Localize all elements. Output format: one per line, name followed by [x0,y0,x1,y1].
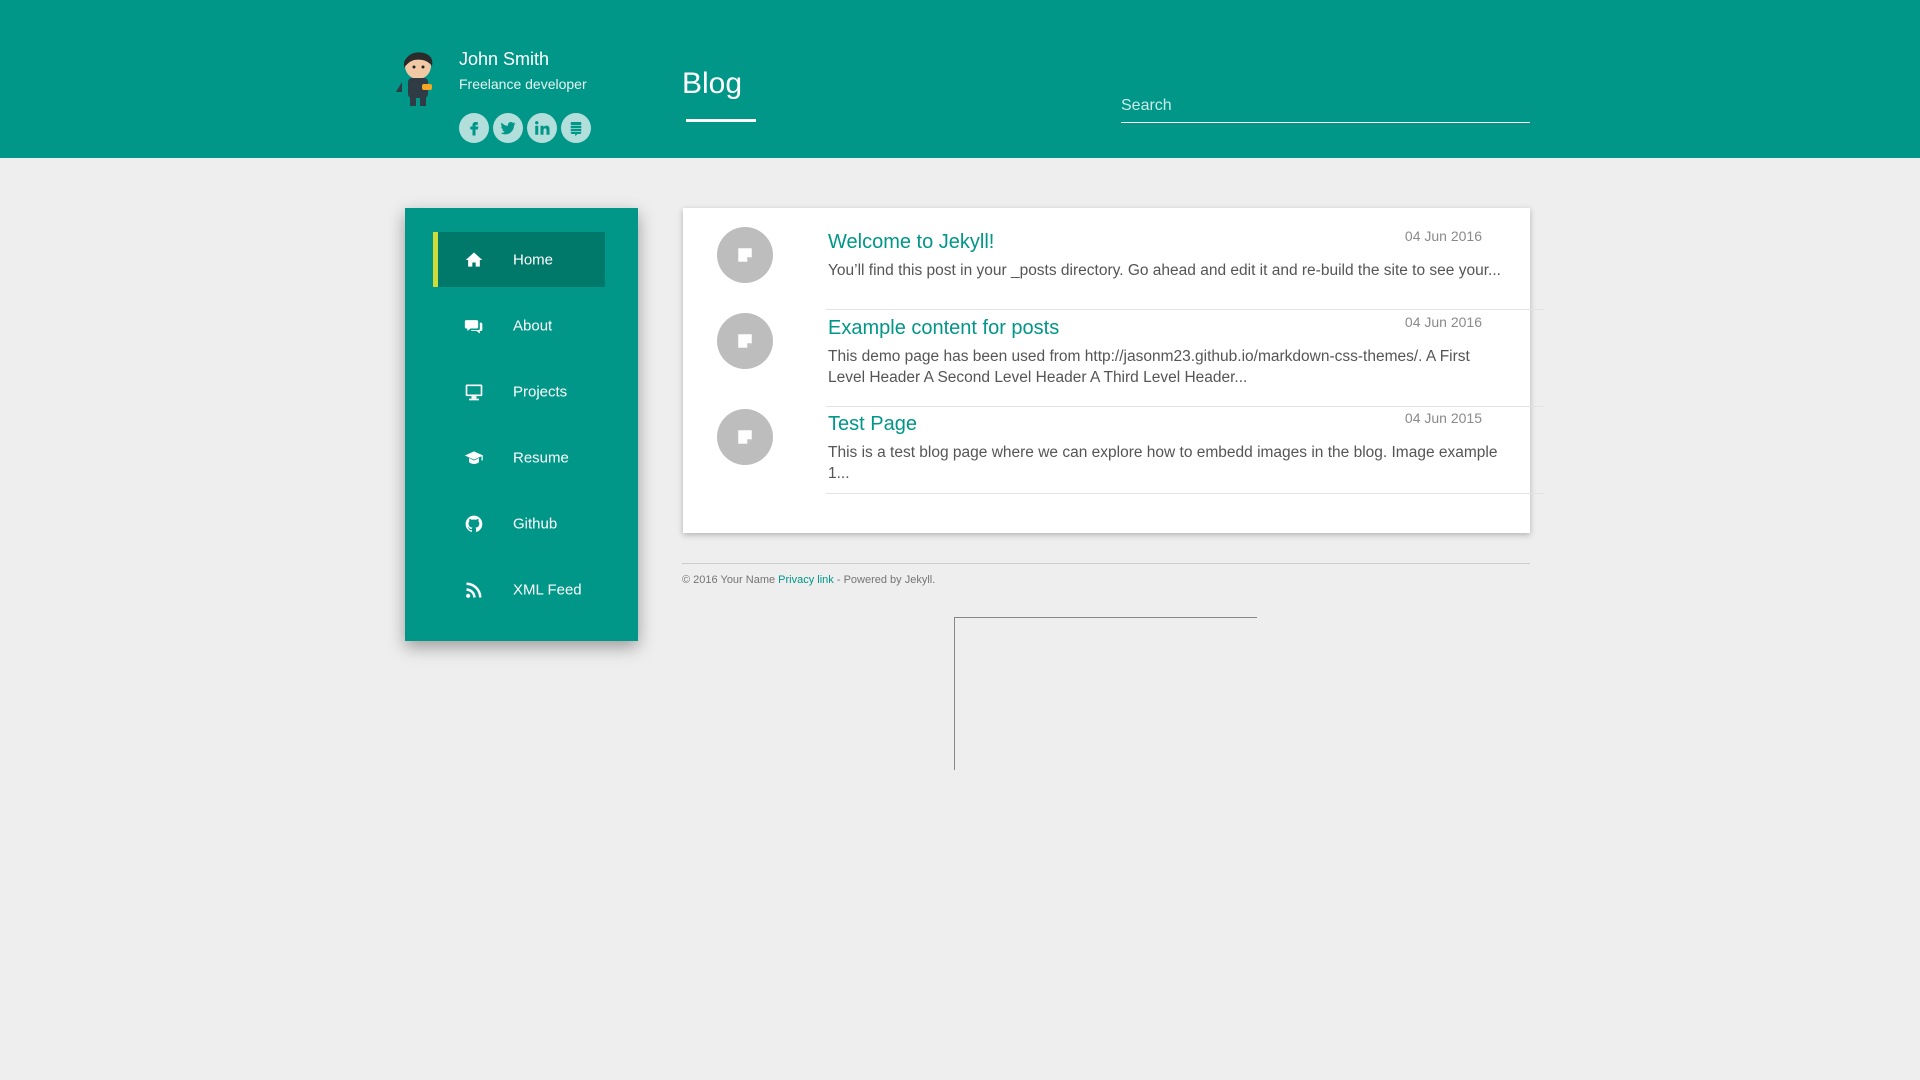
note-icon [717,313,773,369]
sidebar-item-resume[interactable]: Resume [433,430,605,485]
post-date: 04 Jun 2016 [1404,314,1482,330]
rss-icon [463,579,485,601]
app-header: John Smith Freelance developer Blog [0,0,1920,158]
title-underline [686,119,756,122]
social-links [459,113,591,143]
note-icon [717,227,773,283]
post-divider [826,309,1544,310]
sidebar-item-about[interactable]: About [433,298,605,353]
sidebar-item-github[interactable]: Github [433,496,605,551]
post-excerpt: This is a test blog page where we can ex… [828,444,1498,482]
post-divider [826,493,1544,494]
search-input[interactable] [1121,90,1530,123]
profile-name: John Smith [459,49,550,69]
github-icon [463,513,485,535]
sidebar-nav: Home About Projects Resume Github XML Fe… [405,208,638,641]
post-title[interactable]: Welcome to Jekyll! [828,231,994,254]
privacy-link[interactable]: Privacy link [778,574,834,586]
post-title[interactable]: Test Page [828,413,917,436]
comments-icon [463,315,485,337]
sidebar-item-label: Home [513,251,554,268]
sidebar-item-xml-feed[interactable]: XML Feed [433,562,605,617]
facebook-icon[interactable] [459,113,489,143]
post-title[interactable]: Example content for posts [828,317,1059,340]
footer: © 2016 Your Name Privacy link - Powered … [682,574,935,586]
post-date: 04 Jun 2016 [1404,228,1482,244]
empty-frame [954,617,1257,770]
desktop-icon [463,381,485,403]
sidebar-item-label: About [513,317,553,334]
post-excerpt: You’ll find this post in your _posts dir… [828,262,1501,279]
linkedin-icon[interactable] [527,113,557,143]
post-date: 04 Jun 2015 [1404,410,1482,426]
graduation-cap-icon [463,447,485,469]
footer-copyright: © 2016 Your Name [682,574,779,586]
post-excerpt: This demo page has been used from http:/… [828,348,1470,386]
sidebar-item-label: XML Feed [513,581,582,598]
page-title: Blog [682,67,743,100]
avatar[interactable] [392,48,442,108]
sidebar-item-label: Resume [513,449,569,466]
post-divider [826,406,1544,407]
footer-divider [682,563,1530,564]
sidebar-item-label: Projects [513,383,568,400]
posts-card: Welcome to Jekyll! 04 Jun 2016 You’ll fi… [683,208,1544,533]
profile-role: Freelance developer [459,76,587,92]
twitter-icon[interactable] [493,113,523,143]
stackexchange-icon[interactable] [561,113,591,143]
footer-powered: - Powered by Jekyll. [833,574,936,586]
home-icon [463,249,485,271]
sidebar-item-label: Github [513,515,558,532]
sidebar-item-home[interactable]: Home [433,232,605,287]
note-icon [717,409,773,465]
sidebar-item-projects[interactable]: Projects [433,364,605,419]
